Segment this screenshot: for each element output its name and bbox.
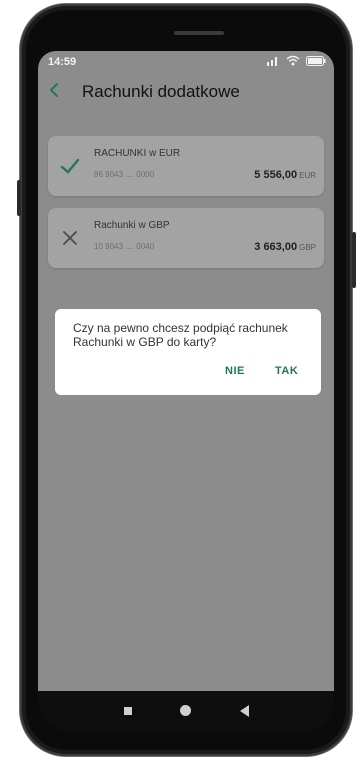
account-currency: GBP: [299, 243, 316, 252]
account-name: RACHUNKI w EUR: [94, 148, 181, 159]
cancel-button[interactable]: NIE: [225, 365, 245, 377]
account-card-gbp[interactable]: Rachunki w GBP 10 9043 .... 0040 3 663,0…: [48, 208, 324, 268]
phone-speaker: [174, 31, 224, 35]
status-bar: 14:59: [38, 51, 334, 73]
account-balance: 3 663,00 GBP: [254, 241, 316, 253]
confirm-button[interactable]: TAK: [275, 365, 298, 377]
power-button: [352, 232, 356, 288]
close-icon: [63, 231, 77, 245]
battery-icon: [306, 55, 326, 66]
account-name: Rachunki w GBP: [94, 220, 170, 231]
account-number: 86 9043 .... 0000: [94, 170, 155, 179]
account-currency: EUR: [299, 171, 316, 180]
check-icon: [60, 158, 80, 174]
dialog-message: Czy na pewno chcesz podpiąć rachunek Rac…: [73, 321, 288, 349]
home-icon[interactable]: [180, 705, 191, 716]
navigation-bar: [38, 691, 334, 731]
account-amount: 5 556,00: [254, 169, 298, 181]
account-number: 10 9043 .... 0040: [94, 242, 155, 251]
account-card-eur[interactable]: RACHUNKI w EUR 86 9043 .... 0000 5 556,0…: [48, 136, 324, 196]
wifi-icon: [286, 55, 300, 66]
account-amount: 3 663,00: [254, 241, 298, 253]
account-balance: 5 556,00 EUR: [254, 169, 316, 181]
screen: 14:59 Rachunki dodatkowe RACHUNKI w EUR …: [38, 51, 334, 691]
status-icons: [266, 55, 326, 66]
back-nav-icon[interactable]: [240, 705, 249, 717]
page-title: Rachunki dodatkowe: [82, 82, 240, 101]
confirm-dialog: Czy na pewno chcesz podpiąć rachunek Rac…: [55, 309, 321, 395]
recent-apps-icon[interactable]: [124, 707, 132, 715]
volume-button: [17, 180, 21, 216]
status-time: 14:59: [48, 56, 77, 68]
back-arrow-icon[interactable]: [46, 81, 64, 99]
signal-icon: [267, 56, 277, 66]
app-bar: Rachunki dodatkowe: [38, 73, 334, 113]
